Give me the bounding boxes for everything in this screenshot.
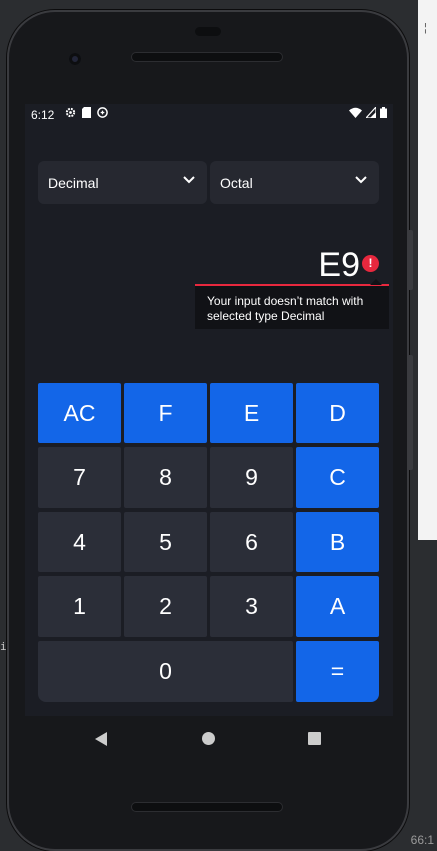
earpiece	[195, 27, 221, 36]
key-5[interactable]: 5	[124, 512, 207, 572]
chevron-down-icon	[183, 176, 195, 184]
status-bar: 6:12	[25, 104, 393, 126]
key-2[interactable]: 2	[124, 576, 207, 637]
error-icon: !	[362, 255, 379, 272]
key-a[interactable]: A	[296, 576, 379, 637]
key-8[interactable]: 8	[124, 447, 207, 508]
key-f[interactable]: F	[124, 383, 207, 443]
ide-side-panel: ¦	[418, 0, 437, 540]
ide-cursor-position: 66:1	[410, 833, 434, 847]
input-display[interactable]: E9	[318, 246, 360, 284]
status-icons-left	[65, 107, 108, 118]
top-speaker	[132, 53, 282, 61]
key-6[interactable]: 6	[210, 512, 293, 572]
back-nav-icon[interactable]	[95, 732, 107, 746]
recents-nav-icon[interactable]	[308, 732, 321, 745]
from-type-label: Decimal	[48, 175, 99, 191]
key-3[interactable]: 3	[210, 576, 293, 637]
status-time: 6:12	[31, 108, 55, 122]
wifi-icon	[349, 107, 362, 118]
key-b[interactable]: B	[296, 512, 379, 572]
sd-card-icon	[82, 107, 91, 118]
bottom-speaker	[132, 803, 282, 811]
key-1[interactable]: 1	[38, 576, 121, 637]
volume-button[interactable]	[407, 230, 413, 290]
status-icons-right	[349, 107, 387, 118]
to-type-label: Octal	[220, 175, 253, 191]
chevron-down-icon	[355, 176, 367, 184]
signal-icon	[366, 107, 376, 118]
to-type-dropdown[interactable]: Octal	[210, 161, 379, 204]
key-d[interactable]: D	[296, 383, 379, 443]
key-9[interactable]: 9	[210, 447, 293, 508]
key-7[interactable]: 7	[38, 447, 121, 508]
key-0[interactable]: 0	[38, 641, 293, 702]
key-4[interactable]: 4	[38, 512, 121, 572]
front-camera	[69, 53, 81, 65]
key-equals[interactable]: =	[296, 641, 379, 702]
ide-gutter-mark: i	[0, 640, 7, 653]
power-button[interactable]	[407, 355, 413, 470]
key-ac[interactable]: AC	[38, 383, 121, 443]
ide-panel-mark: ¦	[424, 22, 427, 34]
tooltip-pointer	[370, 279, 382, 285]
keypad: AC F E D 7 8 9 C 4 5 6 B 1 2 3 A 0 =	[38, 383, 379, 702]
error-tooltip: Your input doesn’t match with selected t…	[195, 286, 389, 329]
battery-icon	[380, 107, 387, 118]
from-type-dropdown[interactable]: Decimal	[38, 161, 207, 204]
sync-icon	[97, 107, 108, 118]
device-screen: 6:12 Decimal Octal E9 ! Your input doesn…	[25, 104, 393, 716]
key-e[interactable]: E	[210, 383, 293, 443]
key-c[interactable]: C	[296, 447, 379, 508]
gear-icon	[65, 107, 76, 118]
home-nav-icon[interactable]	[202, 732, 215, 745]
